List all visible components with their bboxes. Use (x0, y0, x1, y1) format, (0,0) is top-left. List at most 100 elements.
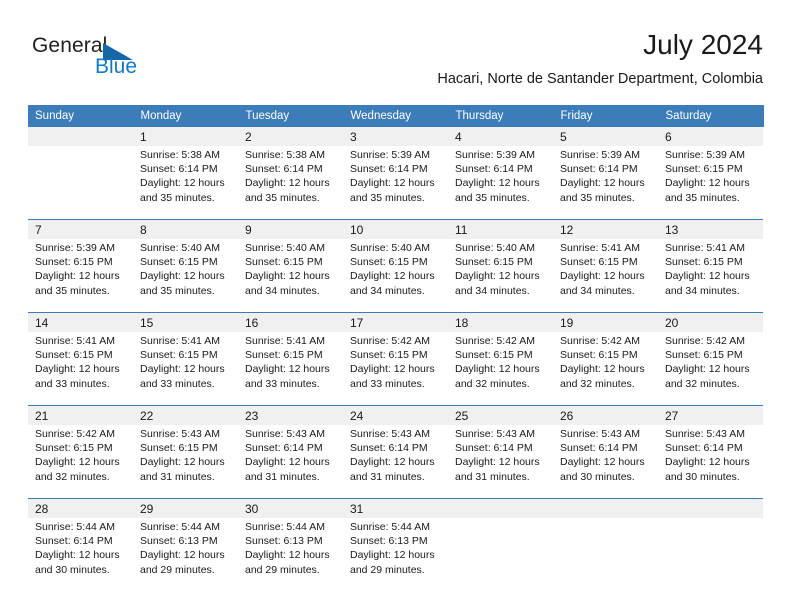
day-cell[interactable]: Sunrise: 5:40 AM Sunset: 6:15 PM Daylight:… (238, 239, 343, 310)
day-cell[interactable]: Sunrise: 5:43 AM Sunset: 6:14 PM Daylight:… (553, 425, 658, 496)
day-cell[interactable]: Sunrise: 5:41 AM Sunset: 6:15 PM Daylight:… (133, 332, 238, 403)
daylight-text-line2: and 33 minutes. (245, 377, 320, 390)
day-number[interactable] (448, 498, 553, 518)
day-number[interactable] (553, 498, 658, 518)
day-number[interactable]: 11 (448, 219, 553, 239)
sunset-text: Sunset: 6:15 PM (35, 442, 113, 455)
day-number[interactable]: 25 (448, 405, 553, 425)
sunrise-text: Sunrise: 5:43 AM (140, 428, 220, 440)
daylight-text-line1: Daylight: 12 hours (350, 270, 435, 283)
daylight-text-line1: Daylight: 12 hours (560, 456, 645, 469)
daylight-text-line1: Daylight: 12 hours (560, 270, 645, 283)
day-cell[interactable]: Sunrise: 5:38 AM Sunset: 6:14 PM Daylight:… (238, 146, 343, 217)
day-cell[interactable]: Sunrise: 5:44 AM Sunset: 6:13 PM Daylight:… (343, 518, 448, 589)
day-number[interactable]: 3 (343, 127, 448, 146)
day-number[interactable] (28, 127, 133, 146)
day-cell[interactable] (658, 518, 763, 589)
day-number[interactable]: 6 (658, 127, 763, 146)
sunrise-text: Sunrise: 5:43 AM (350, 428, 430, 440)
day-cell[interactable]: Sunrise: 5:43 AM Sunset: 6:14 PM Daylight:… (448, 425, 553, 496)
sunrise-text: Sunrise: 5:42 AM (455, 335, 535, 347)
week-1-date-row: 1 2 3 4 5 6 (28, 127, 763, 146)
day-number[interactable]: 4 (448, 127, 553, 146)
day-cell[interactable]: Sunrise: 5:43 AM Sunset: 6:15 PM Daylight:… (133, 425, 238, 496)
day-cell[interactable]: Sunrise: 5:44 AM Sunset: 6:14 PM Daylight:… (28, 518, 133, 589)
day-number[interactable]: 12 (553, 219, 658, 239)
day-number[interactable]: 5 (553, 127, 658, 146)
day-number[interactable]: 16 (238, 312, 343, 332)
day-number[interactable]: 31 (343, 498, 448, 518)
week-4-info-row: Sunrise: 5:42 AM Sunset: 6:15 PM Daylight:… (28, 425, 763, 496)
sunset-text: Sunset: 6:13 PM (140, 535, 218, 548)
general-blue-logo[interactable]: General Blue (32, 34, 182, 90)
day-cell[interactable]: Sunrise: 5:42 AM Sunset: 6:15 PM Daylight:… (553, 332, 658, 403)
day-cell[interactable]: Sunrise: 5:39 AM Sunset: 6:15 PM Daylight:… (658, 146, 763, 217)
day-number[interactable]: 10 (343, 219, 448, 239)
day-cell[interactable]: Sunrise: 5:44 AM Sunset: 6:13 PM Daylight:… (133, 518, 238, 589)
daylight-text-line1: Daylight: 12 hours (350, 456, 435, 469)
day-cell[interactable]: Sunrise: 5:43 AM Sunset: 6:14 PM Daylight:… (238, 425, 343, 496)
sunrise-text: Sunrise: 5:40 AM (245, 242, 325, 254)
day-number[interactable]: 13 (658, 219, 763, 239)
day-number[interactable]: 20 (658, 312, 763, 332)
sunrise-text: Sunrise: 5:44 AM (35, 521, 115, 533)
day-number[interactable]: 1 (133, 127, 238, 146)
day-cell[interactable]: Sunrise: 5:42 AM Sunset: 6:15 PM Daylight:… (343, 332, 448, 403)
day-number[interactable]: 9 (238, 219, 343, 239)
day-cell[interactable]: Sunrise: 5:43 AM Sunset: 6:14 PM Daylight:… (343, 425, 448, 496)
day-number[interactable]: 8 (133, 219, 238, 239)
day-cell[interactable]: Sunrise: 5:41 AM Sunset: 6:15 PM Daylight:… (238, 332, 343, 403)
day-cell[interactable]: Sunrise: 5:38 AM Sunset: 6:14 PM Daylight:… (133, 146, 238, 217)
day-cell[interactable] (448, 518, 553, 589)
day-number[interactable]: 21 (28, 405, 133, 425)
day-number[interactable]: 7 (28, 219, 133, 239)
day-cell[interactable] (28, 146, 133, 217)
sunrise-text: Sunrise: 5:43 AM (560, 428, 640, 440)
day-number[interactable]: 14 (28, 312, 133, 332)
day-cell[interactable]: Sunrise: 5:42 AM Sunset: 6:15 PM Daylight:… (28, 425, 133, 496)
day-cell[interactable] (553, 518, 658, 589)
day-number[interactable]: 27 (658, 405, 763, 425)
daylight-text-line2: and 32 minutes. (665, 377, 740, 390)
sunset-text: Sunset: 6:13 PM (245, 535, 323, 548)
day-cell[interactable]: Sunrise: 5:39 AM Sunset: 6:14 PM Daylight:… (553, 146, 658, 217)
sunrise-text: Sunrise: 5:39 AM (560, 149, 640, 161)
day-cell[interactable]: Sunrise: 5:39 AM Sunset: 6:15 PM Daylight:… (28, 239, 133, 310)
sunset-text: Sunset: 6:14 PM (455, 442, 533, 455)
day-cell[interactable]: Sunrise: 5:41 AM Sunset: 6:15 PM Daylight:… (658, 239, 763, 310)
week-3-date-row: 14 15 16 17 18 19 20 (28, 312, 763, 332)
day-number[interactable]: 2 (238, 127, 343, 146)
day-number[interactable]: 30 (238, 498, 343, 518)
day-cell[interactable]: Sunrise: 5:41 AM Sunset: 6:15 PM Daylight:… (28, 332, 133, 403)
day-number[interactable]: 18 (448, 312, 553, 332)
daylight-text-line2: and 29 minutes. (350, 563, 425, 576)
day-number[interactable]: 15 (133, 312, 238, 332)
daylight-text-line1: Daylight: 12 hours (455, 270, 540, 283)
day-cell[interactable]: Sunrise: 5:44 AM Sunset: 6:13 PM Daylight:… (238, 518, 343, 589)
day-number[interactable]: 26 (553, 405, 658, 425)
daylight-text-line1: Daylight: 12 hours (35, 456, 120, 469)
sunset-text: Sunset: 6:15 PM (245, 256, 323, 269)
day-cell[interactable]: Sunrise: 5:40 AM Sunset: 6:15 PM Daylight:… (343, 239, 448, 310)
day-number[interactable]: 29 (133, 498, 238, 518)
day-cell[interactable]: Sunrise: 5:43 AM Sunset: 6:14 PM Daylight:… (658, 425, 763, 496)
sunrise-text: Sunrise: 5:41 AM (35, 335, 115, 347)
day-number[interactable]: 28 (28, 498, 133, 518)
day-number[interactable]: 22 (133, 405, 238, 425)
day-number[interactable]: 19 (553, 312, 658, 332)
day-number[interactable]: 17 (343, 312, 448, 332)
weekday-header-monday: Monday (133, 105, 239, 127)
day-number[interactable]: 23 (238, 405, 343, 425)
daylight-text-line2: and 31 minutes. (140, 470, 215, 483)
day-number[interactable] (658, 498, 763, 518)
day-cell[interactable]: Sunrise: 5:39 AM Sunset: 6:14 PM Daylight:… (448, 146, 553, 217)
day-cell[interactable]: Sunrise: 5:41 AM Sunset: 6:15 PM Daylight:… (553, 239, 658, 310)
daylight-text-line1: Daylight: 12 hours (665, 177, 750, 190)
day-cell[interactable]: Sunrise: 5:39 AM Sunset: 6:14 PM Daylight:… (343, 146, 448, 217)
day-cell[interactable]: Sunrise: 5:40 AM Sunset: 6:15 PM Daylight:… (448, 239, 553, 310)
day-cell[interactable]: Sunrise: 5:40 AM Sunset: 6:15 PM Daylight:… (133, 239, 238, 310)
day-cell[interactable]: Sunrise: 5:42 AM Sunset: 6:15 PM Daylight:… (658, 332, 763, 403)
day-cell[interactable]: Sunrise: 5:42 AM Sunset: 6:15 PM Daylight:… (448, 332, 553, 403)
day-number[interactable]: 24 (343, 405, 448, 425)
page-subtitle: Hacari, Norte de Santander Department, C… (437, 71, 763, 87)
